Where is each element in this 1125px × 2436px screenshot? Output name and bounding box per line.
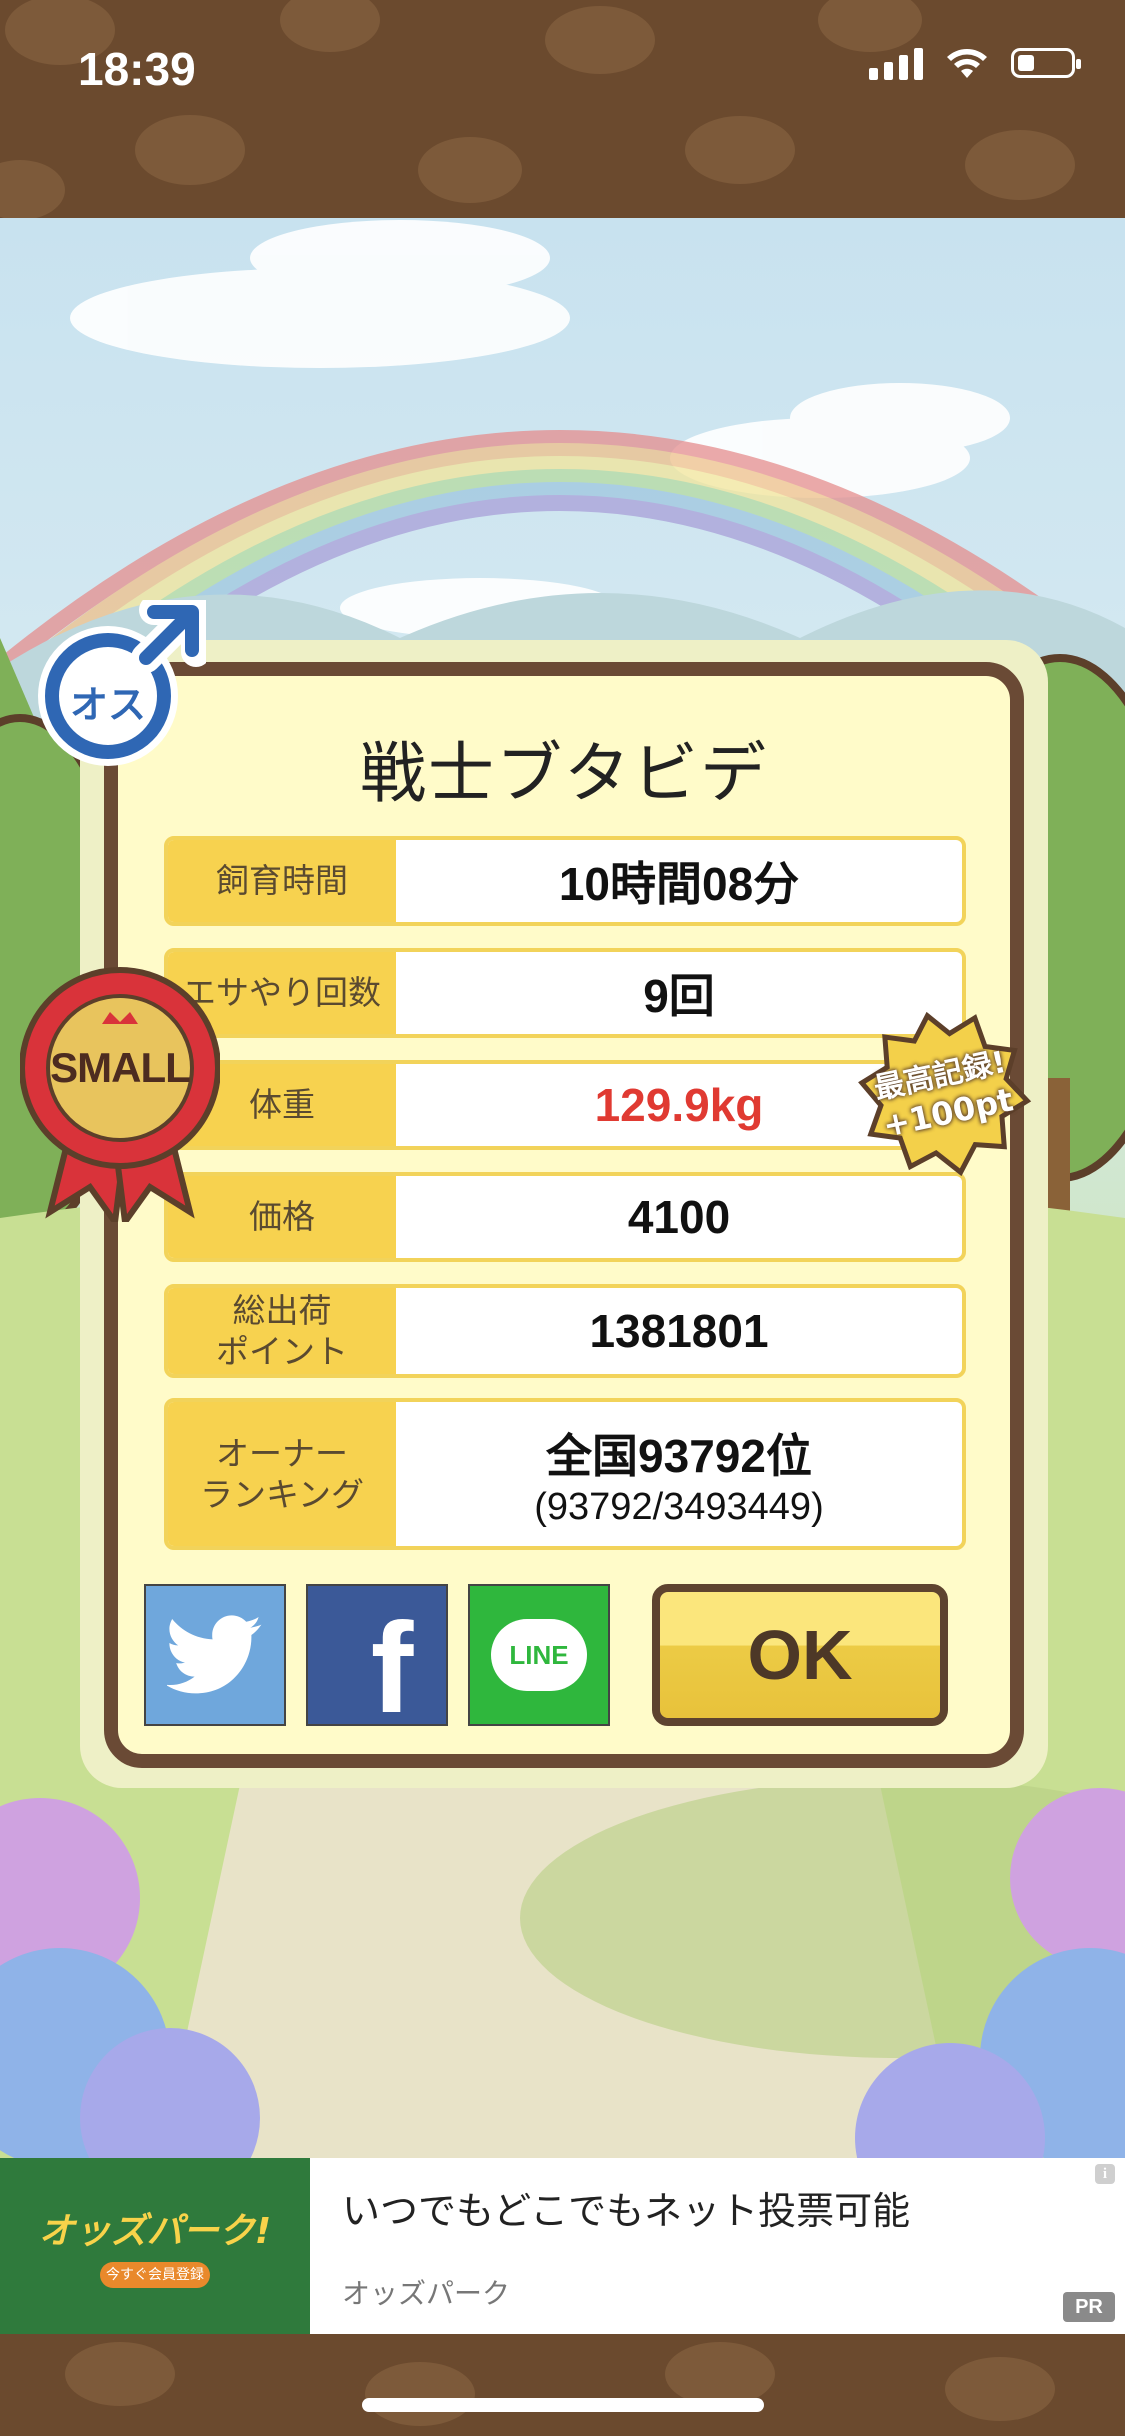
stat-value: 4100 [627,1191,731,1243]
pig-name-title: 戦士ブタビデ [360,735,768,812]
ad-info-icon[interactable]: i [1095,2164,1115,2184]
ad-logo: オッズパーク! [38,2211,272,2252]
stat-value: 1381801 [589,1305,769,1357]
result-dialog: 戦士ブタビデ 飼育時間 10時間08分 エサやり回数 9回 体重 129.9kg… [104,662,1024,1768]
stat-row-feed-count: エサやり回数 9回 [164,948,966,1038]
facebook-f-icon: f [370,1597,414,1741]
male-gender-badge: オス [36,595,211,770]
twitter-share-button[interactable] [144,1584,286,1726]
status-icons [869,46,1081,80]
record-badge: 最高記録! +100pt [844,994,1043,1193]
stat-label: オーナー ランキング [168,1402,396,1546]
ad-thumbnail[interactable]: オッズパーク! 今すぐ会員登録 [0,2158,310,2334]
ad-pr-badge: PR [1063,2292,1115,2322]
twitter-bird-icon [167,1615,262,1694]
wifi-icon [947,49,987,78]
ad-banner[interactable]: オッズパーク! 今すぐ会員登録 いつでもどこでもネット投票可能 オッズパーク P… [0,2158,1125,2334]
ad-headline[interactable]: いつでもどこでもネット投票可能 [342,2180,910,2235]
stat-row-price: 価格 4100 [164,1172,966,1262]
stat-row-time: 飼育時間 10時間08分 [164,836,966,926]
size-label: SMALL [50,1044,191,1091]
ad-cta-button[interactable]: 今すぐ会員登録 [100,2262,210,2288]
bean-pattern [0,0,1075,218]
battery-icon [1011,48,1081,78]
line-share-button[interactable]: LINE [468,1584,610,1726]
ok-button[interactable]: OK [652,1584,948,1726]
ad-source: オッズパーク [342,2277,511,2310]
line-logo-text: LINE [509,1639,569,1670]
bean-pattern-bottom [65,2342,1055,2426]
ribbon-icon [19,967,221,1230]
cellular-signal-icon [869,46,923,80]
bottom-bar [0,2334,1125,2436]
size-ribbon-badge: SMALL [19,962,221,1230]
facebook-share-button[interactable]: f [306,1584,448,1741]
ranking-detail: (93792/3493449) [534,1485,824,1528]
ranking-rank: 全国93792位 [546,1429,812,1482]
stat-row-ranking: オーナー ランキング 全国93792位 (93792/3493449) [164,1398,966,1550]
home-indicator[interactable] [362,2398,764,2412]
stat-label: 飼育時間 [168,840,396,922]
stat-value-ranking: 全国93792位 (93792/3493449) [396,1402,962,1546]
line-bubble-icon: LINE [491,1619,587,1691]
stat-label: 総出荷 ポイント [168,1288,396,1374]
stat-value: 10時間08分 [558,858,800,910]
gender-label: オス [69,683,146,727]
stat-row-weight: 体重 129.9kg [164,1060,966,1150]
clock: 18:39 [78,43,196,95]
status-bar: 18:39 [0,0,1125,218]
stat-row-shipping-points: 総出荷 ポイント 1381801 [164,1284,966,1378]
